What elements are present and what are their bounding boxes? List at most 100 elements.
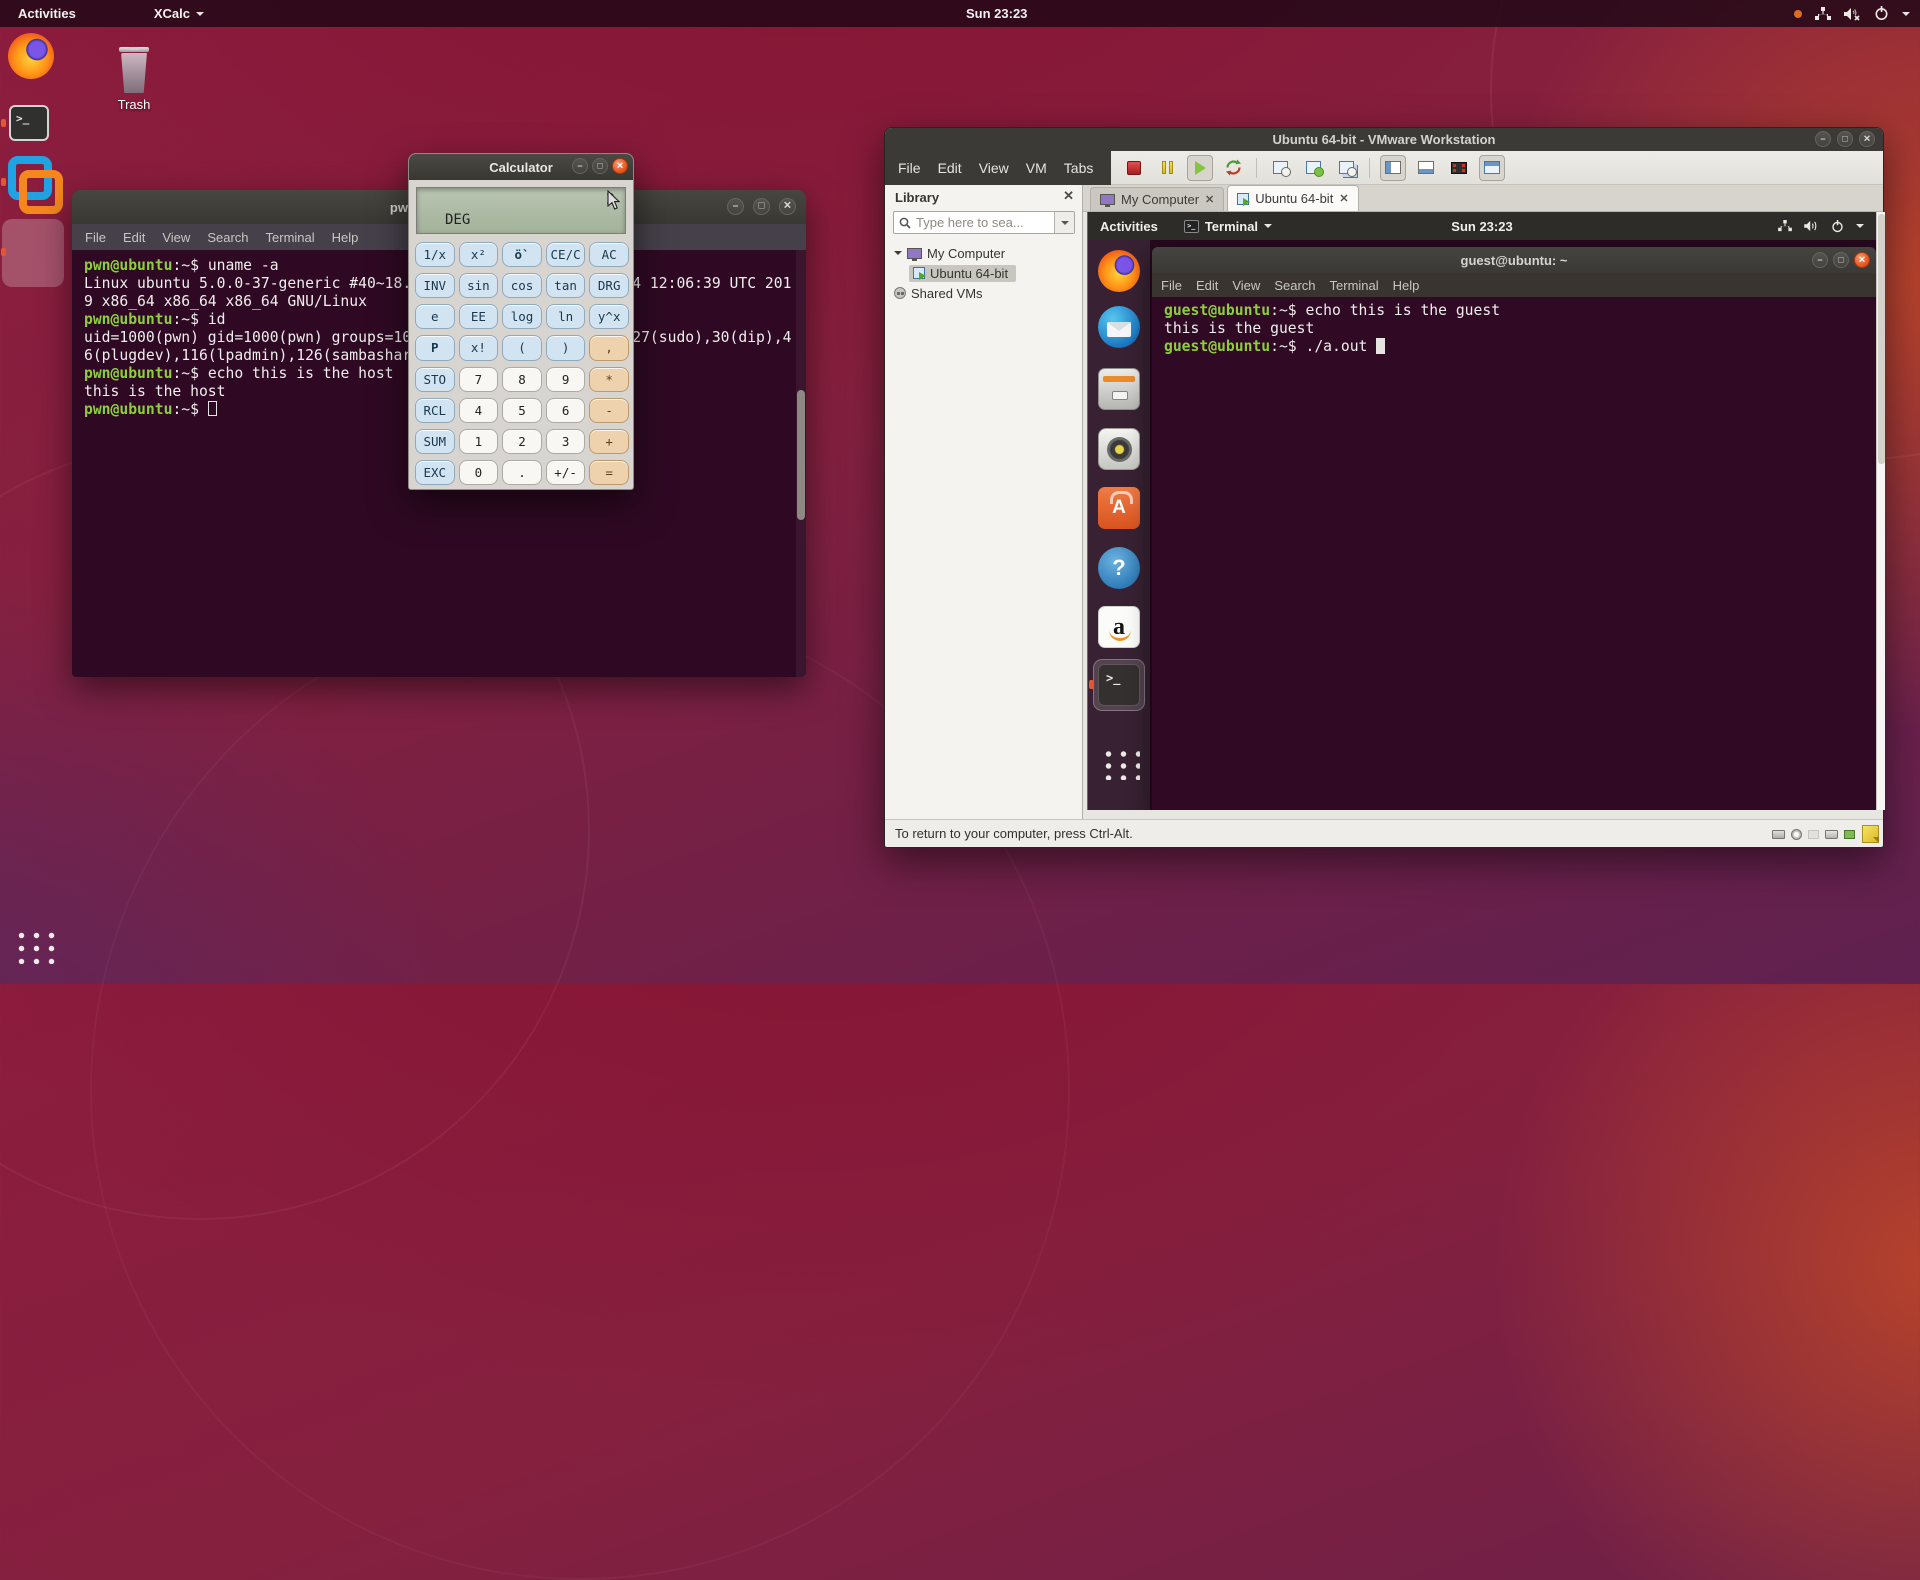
calc-button-ac[interactable]: AC [589,242,629,267]
maximize-button[interactable]: □ [1833,252,1849,268]
unity-view-button[interactable] [1479,155,1505,181]
guest-terminal-titlebar[interactable]: guest@ubuntu: ~ – □ ✕ [1152,247,1876,273]
guest-dock-rhythmbox-icon[interactable] [1098,428,1140,470]
host-app-menu[interactable]: XCalc [154,6,204,21]
tab-ubuntu-64-bit[interactable]: Ubuntu 64-bit ✕ [1227,185,1358,211]
calc-button-0[interactable]: 0 [459,460,499,485]
vm-guest-screen[interactable]: Activities >_ Terminal Sun 23:23 [1087,212,1876,810]
dock-vmware-icon[interactable] [6,154,60,212]
menu-item-edit[interactable]: Edit [1196,278,1218,293]
minimize-button[interactable]: – [572,158,588,174]
calc-button-key-17[interactable]: ( [502,335,542,360]
play-vm-button[interactable] [1187,155,1213,181]
calc-button-4[interactable]: 4 [459,398,499,423]
calc-button-p[interactable]: P [415,335,455,360]
vmware-titlebar[interactable]: Ubuntu 64-bit - VMware Workstation – □ ✕ [885,128,1883,151]
calc-button-drg[interactable]: DRG [589,273,629,298]
calc-button-6[interactable]: 6 [546,398,586,423]
show-applications-button[interactable] [13,928,55,964]
calc-button-x[interactable]: x² [459,242,499,267]
calc-button-1-x[interactable]: 1/x [415,242,455,267]
guest-dock-help-icon[interactable]: ? [1098,547,1140,589]
calc-button-sin[interactable]: sin [459,273,499,298]
calc-button-inv[interactable]: INV [415,273,455,298]
fullscreen-button[interactable] [1446,155,1472,181]
maximize-button[interactable]: □ [1837,131,1853,147]
guest-dock-software-icon[interactable]: A [1098,487,1140,529]
cdrom-icon[interactable] [1791,829,1802,840]
host-clock[interactable]: Sun 23:23 [966,0,1027,27]
tree-selected-row[interactable]: Ubuntu 64-bit [909,265,1016,282]
guest-system-tray[interactable] [1778,212,1864,240]
menu-item-search[interactable]: Search [207,230,248,245]
minimize-button[interactable]: – [727,198,744,215]
calc-button-8[interactable]: 8 [502,367,542,392]
calc-button-key-39[interactable]: = [589,460,629,485]
scrollbar-thumb[interactable] [797,390,805,520]
guest-dock-files-icon[interactable] [1098,368,1140,410]
suspend-vm-button[interactable] [1154,155,1180,181]
menu-item-view[interactable]: View [1232,278,1260,293]
tree-item-shared-vms[interactable]: Shared VMs [885,283,1082,303]
maximize-button[interactable]: □ [592,158,608,174]
dock-active-app-highlight[interactable] [2,219,64,287]
calc-button-tan[interactable]: tan [546,273,586,298]
calc-button-e[interactable]: e [415,304,455,329]
calc-button-2[interactable]: 2 [502,429,542,454]
scrollbar-track[interactable] [796,250,806,677]
menu-item-file[interactable]: File [85,230,106,245]
menu-item-view[interactable]: View [979,160,1009,176]
minimize-button[interactable]: – [1815,131,1831,147]
guest-app-menu[interactable]: >_ Terminal [1184,219,1272,234]
calc-button-x[interactable]: x! [459,335,499,360]
dock-terminal-icon[interactable]: >_ [9,105,49,141]
calc-button-key-38[interactable]: +/- [546,460,586,485]
stop-vm-button[interactable] [1121,155,1147,181]
library-search-box[interactable] [893,211,1075,234]
guest-terminal-output[interactable]: guest@ubuntu:~$ echo this is the guest t… [1152,297,1876,356]
restart-vm-button[interactable] [1220,155,1246,181]
calc-button-cos[interactable]: cos [502,273,542,298]
calc-button-key-18[interactable]: ) [546,335,586,360]
show-thumbnails-button[interactable] [1413,155,1439,181]
close-icon[interactable]: ✕ [1063,188,1074,204]
calc-button-sum[interactable]: SUM [415,429,455,454]
calc-button-exc[interactable]: EXC [415,460,455,485]
take-snapshot-button[interactable] [1267,155,1293,181]
menu-item-view[interactable]: View [162,230,190,245]
close-icon[interactable]: ✕ [1205,193,1214,206]
calc-button-ln[interactable]: ln [546,304,586,329]
revert-snapshot-button[interactable] [1300,155,1326,181]
menu-item-edit[interactable]: Edit [938,160,962,176]
close-button[interactable]: ✕ [779,198,796,215]
tree-expand-caret[interactable] [894,251,902,259]
menu-item-terminal[interactable]: Terminal [266,230,315,245]
guest-dock-amazon-icon[interactable]: a [1098,606,1140,648]
menu-item-file[interactable]: File [1161,278,1182,293]
close-button[interactable]: ✕ [1854,252,1870,268]
close-button[interactable]: ✕ [1859,131,1875,147]
calc-button-key-37[interactable]: . [502,460,542,485]
host-system-tray[interactable] [1794,0,1910,27]
close-button[interactable]: ✕ [612,158,628,174]
calculator-titlebar[interactable]: Calculator – □ ✕ [409,154,633,180]
calc-button-sto[interactable]: STO [415,367,455,392]
calc-button-key-19[interactable]: , [589,335,629,360]
close-icon[interactable]: ✕ [1339,192,1348,205]
message-log-icon[interactable] [1862,825,1879,843]
show-library-button[interactable] [1380,155,1406,181]
calc-button-9[interactable]: 9 [546,367,586,392]
minimize-button[interactable]: – [1812,252,1828,268]
search-dropdown-button[interactable] [1054,212,1074,233]
menu-item-help[interactable]: Help [332,230,359,245]
calc-button-5[interactable]: 5 [502,398,542,423]
menu-item-vm[interactable]: VM [1026,160,1047,176]
trash-desktop-icon[interactable]: Trash [110,44,158,112]
tree-item-ubuntu-64-bit[interactable]: Ubuntu 64-bit [885,263,1082,283]
network-adapter-icon[interactable] [1844,830,1855,839]
calc-button-7[interactable]: 7 [459,367,499,392]
menu-item-terminal[interactable]: Terminal [1330,278,1379,293]
tree-item-my-computer[interactable]: My Computer [885,243,1082,263]
menu-item-edit[interactable]: Edit [123,230,145,245]
dock-firefox-icon[interactable] [8,33,54,79]
